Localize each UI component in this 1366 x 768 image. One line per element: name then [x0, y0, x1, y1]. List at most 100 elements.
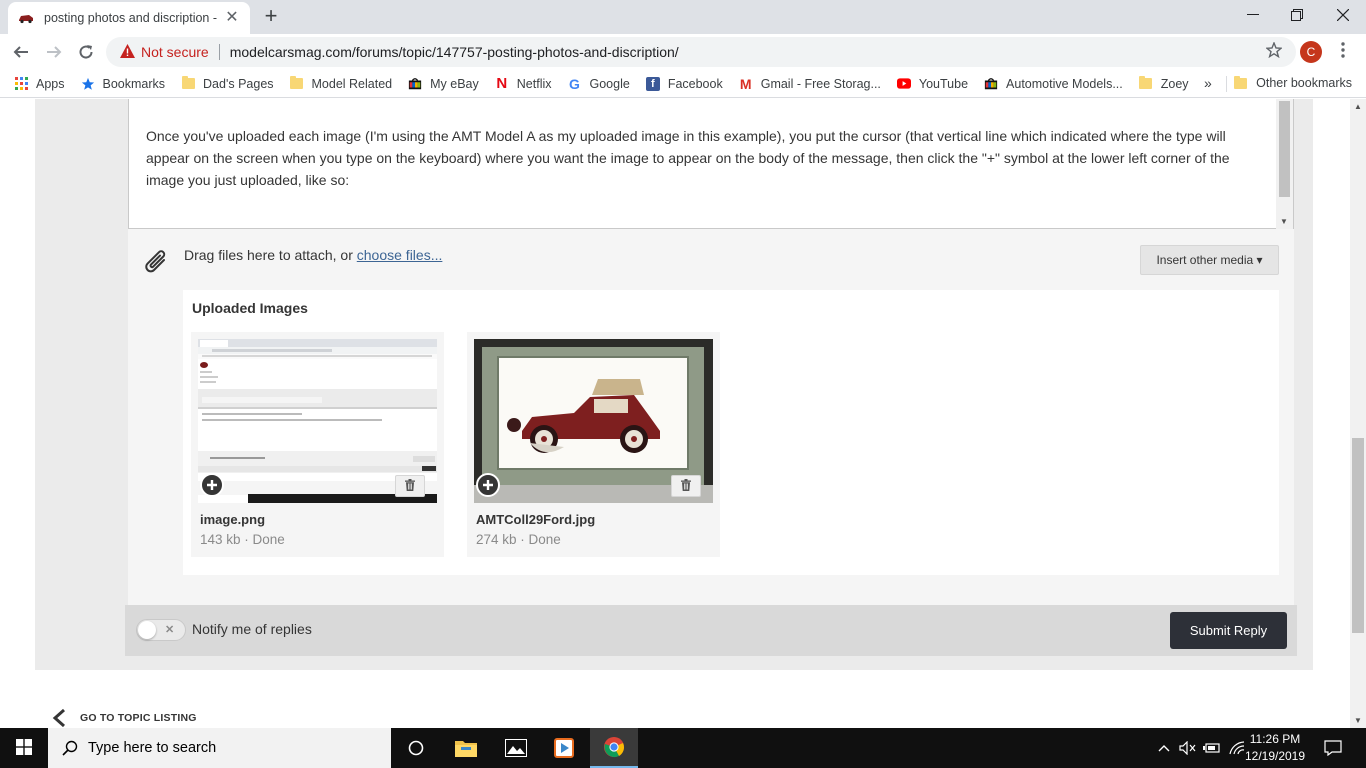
editor-body-text[interactable]: Once you've uploaded each image (I'm usi… [146, 125, 1236, 191]
taskbar-search-box[interactable]: Type here to search [48, 728, 391, 768]
google-icon: G [569, 75, 580, 92]
bookmark-label: YouTube [918, 76, 969, 91]
bookmark-label: Dad's Pages [203, 76, 274, 91]
notifications-icon[interactable] [1318, 728, 1348, 768]
reply-editor[interactable]: Once you've uploaded each image (I'm usi… [128, 99, 1294, 229]
page-scrollbar[interactable]: ▲ ▼ [1350, 99, 1366, 728]
url-text[interactable]: modelcarsmag.com/forums/topic/147757-pos… [230, 44, 679, 60]
bookmark-bookmarks[interactable]: Bookmarks [81, 77, 165, 91]
bookmark-google[interactable]: G Google [568, 75, 630, 92]
editor-scrollbar[interactable]: ▼ [1276, 99, 1293, 229]
reload-icon[interactable] [74, 40, 98, 64]
image-filesize-status: 143 kb · Done [200, 532, 285, 547]
scroll-down-arrow-icon[interactable]: ▼ [1280, 217, 1288, 226]
tab-close-icon[interactable]: ✕ [224, 10, 240, 26]
insert-image-plus-button[interactable] [476, 473, 500, 497]
chevron-left-icon [50, 708, 70, 728]
show-hidden-icons-chevron-icon[interactable] [1155, 728, 1173, 768]
bookmark-netflix[interactable]: N Netflix [495, 75, 552, 92]
taskbar-date: 12/19/2019 [1244, 749, 1306, 763]
bookmark-facebook[interactable]: f Facebook [645, 76, 723, 91]
uploaded-image-card: image.png 143 kb · Done [191, 332, 444, 557]
uploaded-image-card: AMTColl29Ford.jpg 274 kb · Done [467, 332, 720, 557]
windows-logo-icon [16, 738, 32, 758]
windows-start-button[interactable] [0, 728, 48, 768]
editor-scrollbar-thumb[interactable] [1279, 101, 1290, 197]
taskbar-time: 11:26 PM [1249, 732, 1301, 746]
bookmark-youtube[interactable]: YouTube [896, 76, 969, 91]
other-bookmarks-label: Other bookmarks [1256, 76, 1352, 90]
notify-replies-toggle[interactable]: ✕ [136, 619, 186, 641]
scroll-up-arrow-icon[interactable]: ▲ [1354, 102, 1362, 111]
forward-arrow-icon[interactable] [42, 40, 66, 64]
volume-muted-icon[interactable] [1178, 728, 1198, 768]
go-to-topic-label: GO TO TOPIC LISTING [80, 712, 197, 724]
star-icon [81, 77, 95, 91]
youtube-icon [896, 77, 911, 91]
bookmark-label: Apps [36, 76, 65, 91]
window-close-icon[interactable] [1320, 0, 1366, 30]
taskbar-clock[interactable]: 11:26 PM 12/19/2019 [1243, 731, 1307, 765]
bookmark-label: Model Related [311, 76, 393, 91]
back-arrow-icon[interactable] [9, 40, 33, 64]
delete-image-button[interactable] [671, 475, 701, 497]
bookmark-star-icon[interactable] [1265, 41, 1283, 63]
toggle-knob [138, 621, 156, 639]
bookmark-apps[interactable]: Apps [14, 77, 65, 91]
file-explorer-icon[interactable] [442, 728, 490, 768]
browser-toolbar: Not secure modelcarsmag.com/forums/topic… [0, 34, 1366, 70]
browser-tab[interactable]: posting photos and discription - ✕ [8, 2, 250, 34]
insert-other-media-button[interactable]: Insert other media ▾ [1140, 245, 1279, 275]
bookmark-label: Netflix [516, 76, 552, 91]
page-scrollbar-thumb[interactable] [1352, 438, 1364, 633]
bookmark-gmail[interactable]: M Gmail - Free Storag... [739, 75, 881, 92]
attachment-area[interactable]: Drag files here to attach, or choose fil… [128, 229, 1294, 605]
submit-reply-button[interactable]: Submit Reply [1170, 612, 1287, 649]
windows-taskbar: Type here to search 11:26 PM 12/19/2019 [0, 728, 1366, 768]
minimize-icon[interactable] [1230, 0, 1276, 30]
bookmark-model-related[interactable]: Model Related [290, 76, 393, 91]
paperclip-icon [144, 246, 172, 276]
image-filename: image.png [200, 512, 266, 527]
battery-icon[interactable] [1202, 728, 1222, 768]
bookmarks-overflow-button[interactable]: » [1204, 75, 1212, 91]
bookmarks-divider [1226, 76, 1227, 92]
insert-image-plus-button[interactable] [200, 473, 224, 497]
cortana-icon[interactable] [392, 728, 440, 768]
photos-app-icon[interactable] [492, 728, 540, 768]
taskbar-search-placeholder: Type here to search [88, 740, 217, 756]
restore-icon[interactable] [1274, 0, 1320, 30]
bookmark-dads-pages[interactable]: Dad's Pages [181, 76, 274, 91]
drag-files-text: Drag files here to attach, or choose fil… [184, 247, 442, 263]
bookmark-label: Automotive Models... [1006, 76, 1123, 91]
trash-icon [681, 478, 691, 494]
bookmark-automotive-models[interactable]: Automotive Models... [984, 77, 1123, 91]
delete-image-button[interactable] [395, 475, 425, 497]
address-bar[interactable]: Not secure modelcarsmag.com/forums/topic… [106, 37, 1296, 67]
uploaded-images-title: Uploaded Images [192, 300, 308, 316]
bookmark-zoey[interactable]: Zoey [1139, 76, 1189, 91]
uploaded-images-panel: Uploaded Images image.png 143 kb · Done … [183, 290, 1279, 575]
chrome-taskbar-icon[interactable] [590, 728, 638, 768]
choose-files-link[interactable]: choose files... [357, 247, 443, 263]
new-tab-button[interactable]: + [259, 5, 283, 29]
bookmark-my-ebay[interactable]: My eBay [408, 77, 479, 91]
profile-avatar[interactable]: C [1300, 41, 1322, 63]
car-favicon-icon [18, 10, 34, 26]
image-filesize-status: 274 kb · Done [476, 532, 561, 547]
other-bookmarks[interactable]: Other bookmarks [1234, 75, 1352, 90]
chrome-menu-icon[interactable] [1336, 42, 1350, 58]
gmail-icon: M [739, 75, 752, 92]
netflix-icon: N [496, 75, 508, 92]
toggle-off-x-icon: ✕ [165, 624, 175, 636]
drag-files-label: Drag files here to attach, or [184, 247, 357, 263]
bookmarks-bar: Apps Bookmarks Dad's Pages Model Related… [0, 70, 1366, 98]
not-secure-label[interactable]: Not secure [141, 44, 209, 60]
warning-triangle-icon[interactable] [120, 43, 135, 61]
page-viewport: Once you've uploaded each image (I'm usi… [0, 99, 1350, 728]
go-to-topic-listing-link[interactable]: GO TO TOPIC LISTING [50, 708, 197, 728]
tab-title: posting photos and discription - [44, 11, 218, 25]
bookmark-label: Google [589, 76, 630, 91]
scroll-down-arrow-icon[interactable]: ▼ [1354, 716, 1362, 725]
media-player-icon[interactable] [540, 728, 588, 768]
